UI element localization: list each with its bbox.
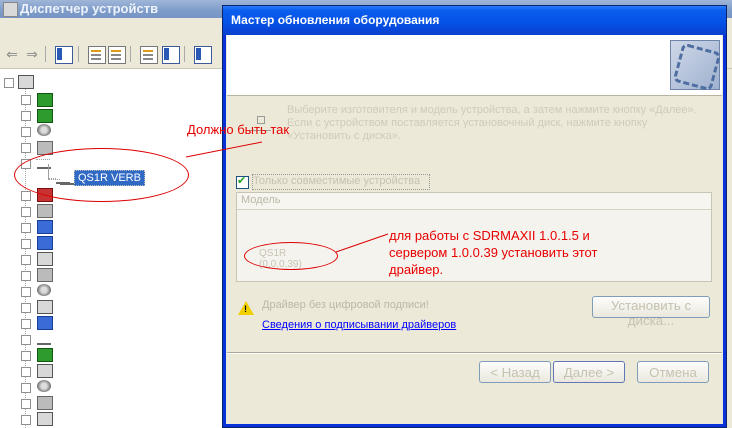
annotation-lines — [185, 141, 389, 253]
annotation-install-driver-note: для работы с SDRMAXII 1.0.1.5 и сервером… — [389, 228, 598, 277]
annotation-leader-1 — [185, 141, 263, 158]
annotation-leader-2 — [335, 233, 389, 253]
annotation-should-be-like-this: Должно быть так — [187, 122, 290, 137]
